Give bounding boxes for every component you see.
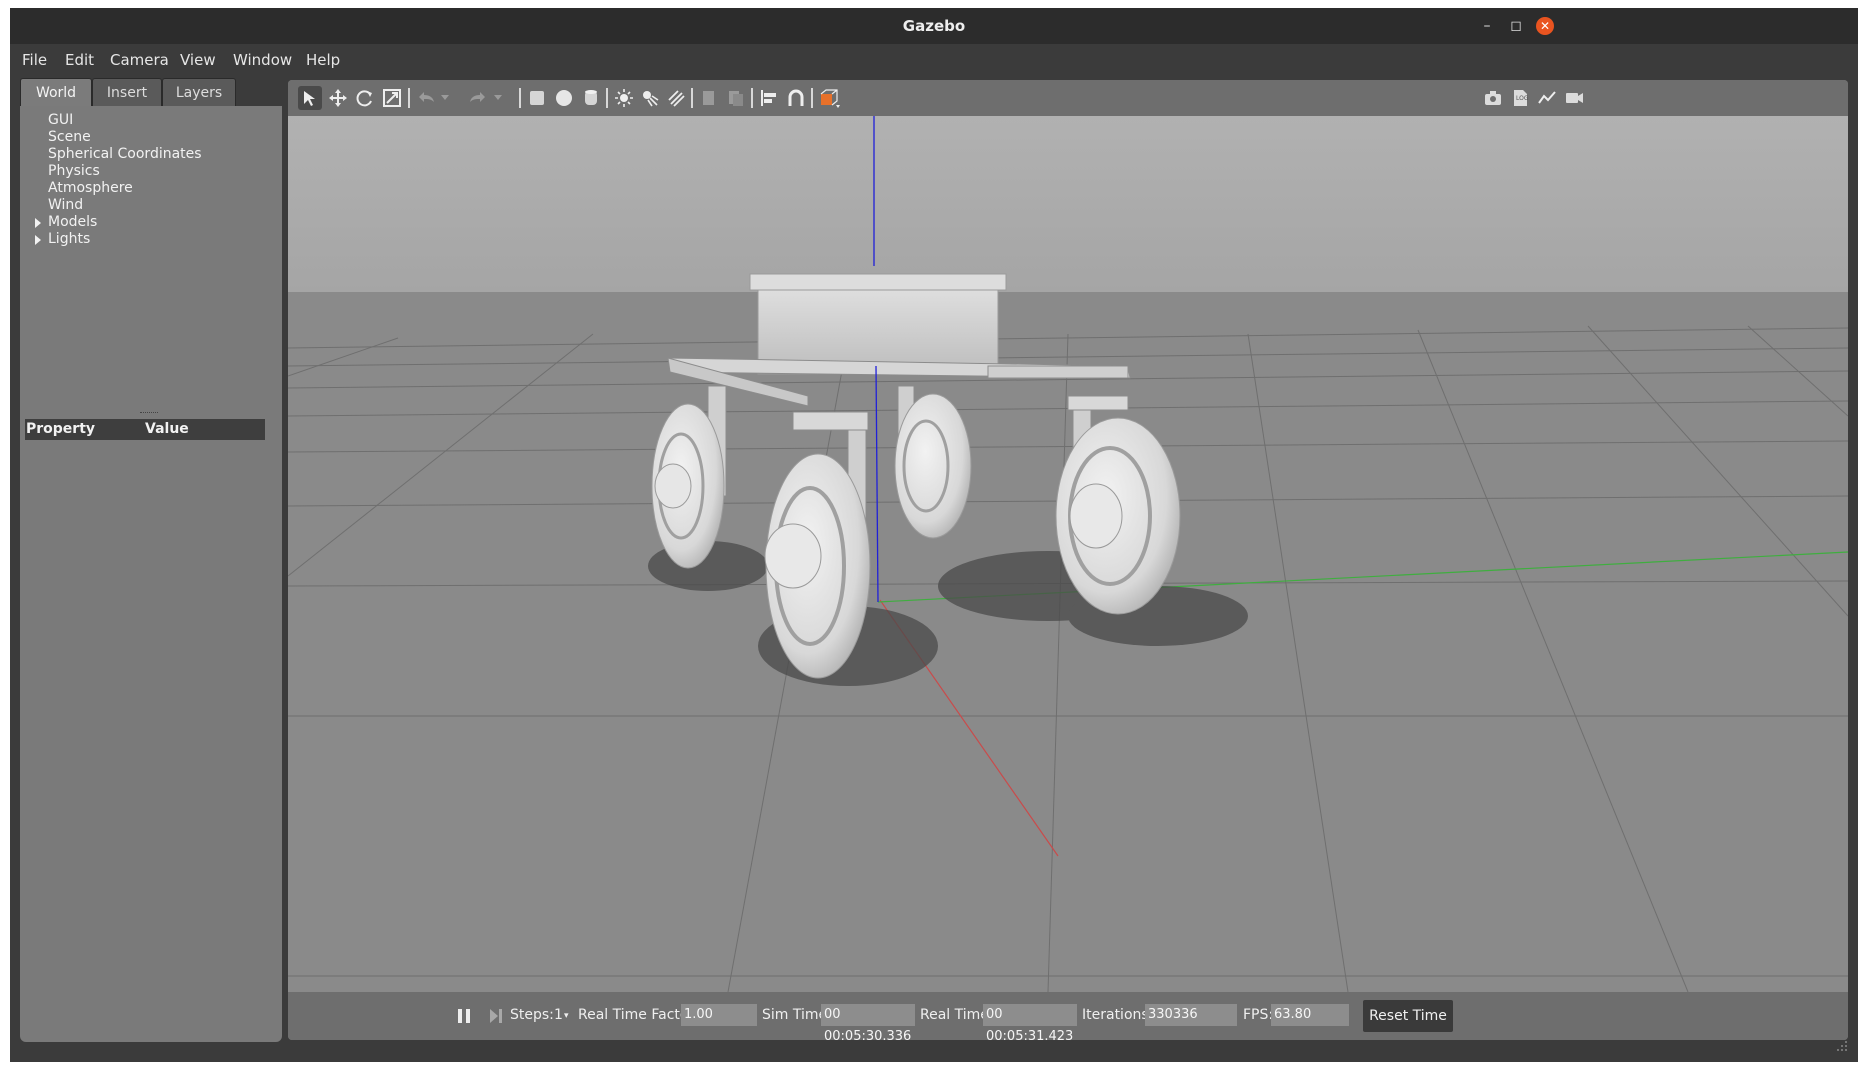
iterations-field: 330336: [1145, 1004, 1237, 1026]
redo-icon[interactable]: [466, 86, 490, 110]
toolbar-separator: [751, 88, 753, 108]
spot-light-icon[interactable]: [638, 86, 662, 110]
menu-edit[interactable]: Edit: [65, 51, 94, 69]
tree-item-gui[interactable]: GUI: [48, 112, 73, 128]
property-table-header: Property Value: [25, 419, 265, 440]
rotate-icon[interactable]: [353, 86, 377, 110]
tab-insert[interactable]: Insert: [92, 78, 162, 107]
toolbar-separator: [691, 88, 693, 108]
tab-world[interactable]: World: [20, 78, 92, 107]
left-panel: World Insert Layers GUI Scene Spherical …: [20, 78, 282, 1042]
value-column-header: Value: [145, 421, 189, 437]
select-arrow-icon[interactable]: [298, 86, 322, 110]
iterations-label: Iterations:: [1082, 1007, 1154, 1023]
tree-item-scene[interactable]: Scene: [48, 129, 91, 145]
video-record-icon[interactable]: [1562, 86, 1586, 110]
cylinder-icon[interactable]: [579, 86, 603, 110]
property-column-header: Property: [26, 421, 96, 437]
menu-window[interactable]: Window: [233, 51, 292, 69]
screenshot-icon[interactable]: [1481, 86, 1505, 110]
render-toolbar: LOG: [288, 80, 1848, 116]
real-time-field: 00 00:05:31.423: [983, 1004, 1077, 1040]
fps-field: 63.80: [1271, 1004, 1349, 1026]
toolbar-separator: [408, 88, 410, 108]
view-angle-icon[interactable]: [817, 86, 841, 110]
plot-icon[interactable]: [1535, 86, 1559, 110]
align-icon[interactable]: [757, 86, 781, 110]
menu-camera[interactable]: Camera: [110, 51, 169, 69]
expand-arrow-icon[interactable]: [35, 235, 41, 245]
redo-dropdown-icon[interactable]: [491, 86, 505, 110]
translate-icon[interactable]: [326, 86, 350, 110]
box-icon[interactable]: [525, 86, 549, 110]
gazebo-window: Gazebo – ◻ ✕ File Edit Camera View Windo…: [10, 8, 1858, 1062]
resize-grip-icon[interactable]: [1836, 1040, 1848, 1052]
steps-value[interactable]: 1: [554, 1007, 563, 1023]
menu-view[interactable]: View: [180, 51, 216, 69]
splitter-handle[interactable]: [140, 412, 158, 416]
tree-item-spherical-coordinates[interactable]: Spherical Coordinates: [48, 146, 202, 162]
expand-arrow-icon[interactable]: [35, 218, 41, 228]
tab-layers[interactable]: Layers: [162, 78, 236, 107]
title-bar: Gazebo – ◻ ✕: [10, 8, 1858, 44]
fps-label: FPS:: [1243, 1007, 1274, 1023]
undo-icon[interactable]: [414, 86, 438, 110]
tree-item-models[interactable]: Models: [48, 214, 97, 230]
log-icon[interactable]: LOG: [1508, 86, 1532, 110]
render-viewport[interactable]: LOG Steps: 1 ▾ Real Time Factor: 1.00 Si…: [288, 80, 1848, 1040]
status-bar: Steps: 1 ▾ Real Time Factor: 1.00 Sim Ti…: [288, 992, 1848, 1040]
tree-item-atmosphere[interactable]: Atmosphere: [48, 180, 133, 196]
toolbar-separator: [811, 88, 813, 108]
close-icon[interactable]: ✕: [1536, 17, 1554, 35]
real-time-factor-field: 1.00: [681, 1004, 757, 1026]
sim-time-field: 00 00:05:30.336: [821, 1004, 915, 1040]
3d-scene[interactable]: [288, 116, 1848, 992]
toolbar-separator: [606, 88, 608, 108]
pause-icon[interactable]: [452, 1004, 476, 1028]
snap-icon[interactable]: [784, 86, 808, 110]
copy-icon[interactable]: [697, 86, 721, 110]
tree-item-physics[interactable]: Physics: [48, 163, 100, 179]
directional-light-icon[interactable]: [664, 86, 688, 110]
paste-icon[interactable]: [724, 86, 748, 110]
step-forward-icon[interactable]: [484, 1004, 508, 1028]
sphere-icon[interactable]: [552, 86, 576, 110]
steps-dropdown-icon[interactable]: ▾: [564, 1011, 569, 1021]
reset-time-button[interactable]: Reset Time: [1363, 1000, 1453, 1032]
undo-dropdown-icon[interactable]: [438, 86, 452, 110]
scale-icon[interactable]: [380, 86, 404, 110]
tree-item-wind[interactable]: Wind: [48, 197, 83, 213]
menu-help[interactable]: Help: [306, 51, 340, 69]
maximize-icon[interactable]: ◻: [1507, 17, 1525, 35]
toolbar-separator: [519, 88, 521, 108]
tree-item-lights[interactable]: Lights: [48, 231, 90, 247]
svg-text:LOG: LOG: [1516, 95, 1529, 102]
steps-label: Steps:: [510, 1007, 554, 1023]
window-title: Gazebo: [902, 17, 966, 35]
menu-bar: File Edit Camera View Window Help: [10, 44, 1858, 74]
menu-file[interactable]: File: [22, 51, 47, 69]
point-light-icon[interactable]: [612, 86, 636, 110]
sky-background: [288, 116, 1848, 292]
minimize-icon[interactable]: –: [1478, 17, 1496, 35]
world-tree: GUI Scene Spherical Coordinates Physics …: [20, 106, 282, 1042]
